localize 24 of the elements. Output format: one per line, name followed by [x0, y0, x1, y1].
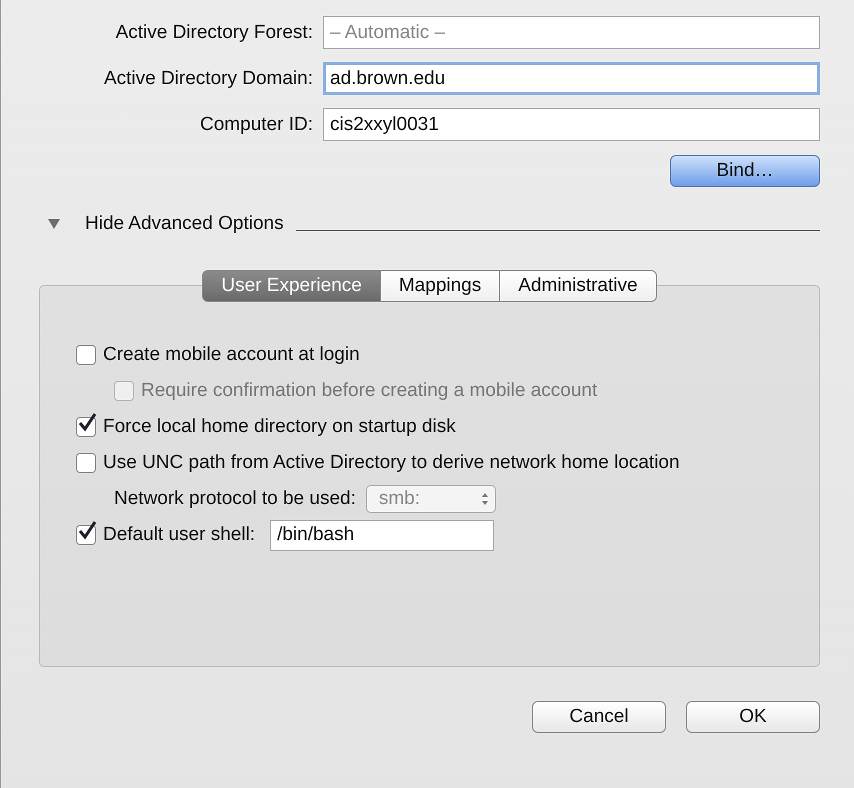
- checkbox-label: Use UNC path from Active Directory to derive network home location: [103, 452, 680, 474]
- checkbox[interactable]: [76, 345, 96, 365]
- bind-button[interactable]: Bind…: [670, 155, 820, 187]
- checkbox[interactable]: [76, 453, 96, 473]
- checkbox-label: Force local home directory on startup disk: [103, 416, 456, 438]
- tab[interactable]: User Experience: [202, 270, 381, 302]
- tab[interactable]: Mappings: [380, 270, 500, 302]
- checkbox-label: Require confirmation before creating a mobile account: [141, 380, 598, 402]
- field-label: Computer ID:: [199, 114, 313, 136]
- disclosure-triangle-icon[interactable]: [47, 218, 61, 230]
- field-label: Active Directory Domain:: [102, 68, 313, 90]
- checkbox-label: Default user shell:: [103, 524, 256, 546]
- shell-field[interactable]: /bin/bash: [270, 520, 494, 550]
- checkbox-label: Create mobile account at login: [103, 344, 360, 366]
- up-down-arrows-icon: [480, 492, 489, 506]
- dialog-button[interactable]: OK: [686, 701, 820, 733]
- dialog-button[interactable]: Cancel: [532, 701, 666, 733]
- popup-label: Network protocol to be used:: [114, 488, 356, 510]
- advanced-options-label: Hide Advanced Options: [85, 213, 284, 235]
- text-field[interactable]: ad.brown.edu: [323, 62, 820, 95]
- field-label: Active Directory Forest:: [114, 22, 313, 44]
- text-field[interactable]: cis2xxyl0031: [323, 108, 820, 141]
- tab[interactable]: Administrative: [500, 270, 657, 302]
- text-field[interactable]: – Automatic –: [323, 16, 820, 49]
